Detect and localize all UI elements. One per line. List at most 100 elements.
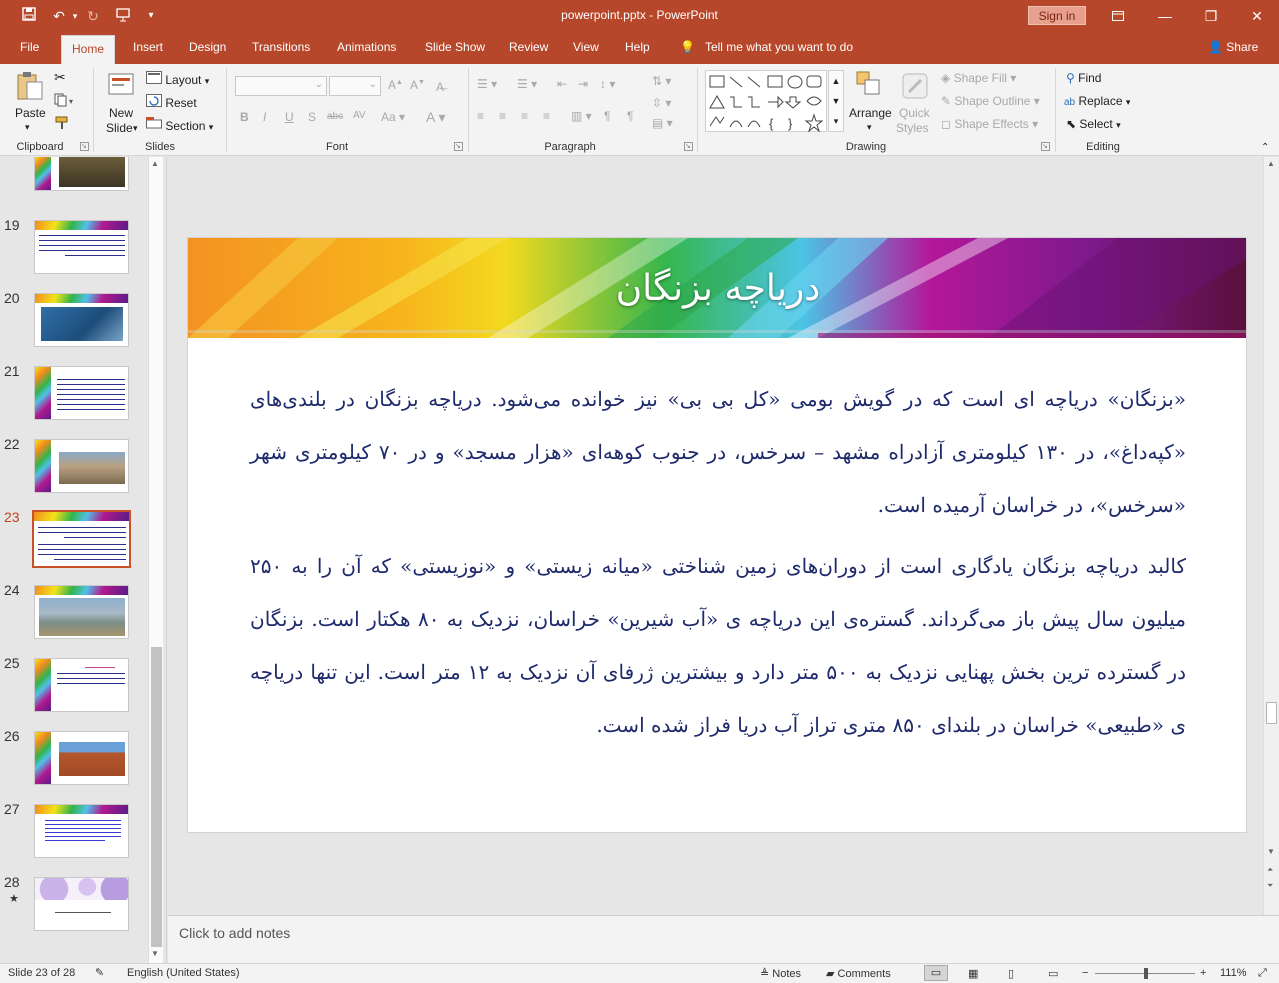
- tab-animations[interactable]: Animations: [337, 40, 396, 54]
- layout-button[interactable]: Layout ▾: [146, 71, 209, 87]
- clear-formatting-icon[interactable]: A̶: [436, 80, 444, 94]
- tab-slide-show[interactable]: Slide Show: [425, 40, 485, 54]
- zoom-slider-thumb[interactable]: [1144, 968, 1148, 979]
- arrange-icon[interactable]: [855, 70, 883, 101]
- justify-icon[interactable]: ≡: [543, 109, 550, 123]
- slide-body-paragraph-2[interactable]: کالبد دریاچه بزنگان یادگاری است از دوران…: [250, 540, 1186, 752]
- previous-slide-icon[interactable]: ⏶: [1267, 865, 1273, 875]
- scroll-thumb[interactable]: [151, 647, 162, 947]
- share-button[interactable]: 👤 Share: [1208, 40, 1258, 54]
- tab-insert[interactable]: Insert: [133, 40, 163, 54]
- slide-thumbnail-25[interactable]: [34, 658, 129, 712]
- shapes-gallery[interactable]: { }: [705, 70, 827, 133]
- tab-home[interactable]: Home: [61, 35, 116, 64]
- language-indicator[interactable]: English (United States): [127, 967, 240, 979]
- increase-indent-icon[interactable]: ⇥: [578, 77, 588, 91]
- new-slide-label-line2[interactable]: Slide: [106, 121, 133, 135]
- minimize-icon[interactable]: —: [1150, 4, 1180, 28]
- select-button[interactable]: ⬉ Select ▾: [1066, 117, 1121, 131]
- scroll-down-icon[interactable]: ▼: [151, 949, 159, 958]
- tab-design[interactable]: Design: [189, 40, 226, 54]
- slide-thumbnail-19[interactable]: [34, 220, 129, 274]
- slide-thumbnail-18[interactable]: [34, 157, 129, 191]
- close-icon[interactable]: ✕: [1242, 4, 1272, 28]
- new-slide-dropdown-icon[interactable]: ▾: [133, 123, 138, 134]
- italic-icon[interactable]: I: [263, 110, 266, 124]
- paste-dropdown-icon[interactable]: ▾: [25, 122, 30, 133]
- shape-outline-button[interactable]: ✎ Shape Outline ▾: [941, 94, 1040, 108]
- tell-me-search[interactable]: 💡 Tell me what you want to do: [680, 40, 853, 54]
- tab-transitions[interactable]: Transitions: [252, 40, 310, 54]
- tab-help[interactable]: Help: [625, 40, 650, 54]
- shapes-gallery-scroll[interactable]: ▲ ▼ ▾: [828, 70, 844, 132]
- sign-in-button[interactable]: Sign in: [1028, 6, 1086, 25]
- character-spacing-icon[interactable]: AV: [353, 110, 366, 121]
- paragraph-launcher-icon[interactable]: ↘: [684, 142, 693, 151]
- reset-button[interactable]: Reset: [146, 94, 197, 110]
- drawing-launcher-icon[interactable]: ↘: [1041, 142, 1050, 151]
- arrange-button[interactable]: Arrange: [849, 106, 892, 120]
- increase-font-size-icon[interactable]: A▲: [388, 78, 403, 92]
- next-slide-icon[interactable]: ⏷: [1267, 881, 1273, 891]
- thumbnail-scrollbar[interactable]: ▲ ▼: [148, 157, 163, 963]
- tab-review[interactable]: Review: [509, 40, 548, 54]
- format-painter-icon[interactable]: [54, 116, 70, 133]
- zoom-in-icon[interactable]: +: [1200, 967, 1206, 979]
- new-slide-icon[interactable]: [106, 70, 136, 103]
- slide-body-paragraph-1[interactable]: «بزنگان» دریاچه ای است که در گویش بومی «…: [250, 373, 1186, 532]
- slide-thumbnail-21[interactable]: [34, 366, 129, 420]
- ribbon-display-options-icon[interactable]: [1103, 4, 1133, 28]
- zoom-out-icon[interactable]: −: [1082, 967, 1088, 979]
- bullets-icon[interactable]: ☰ ▾: [477, 77, 497, 91]
- clipboard-launcher-icon[interactable]: ↘: [80, 142, 89, 151]
- copy-icon[interactable]: ▾: [54, 93, 76, 110]
- slide-thumbnail-23[interactable]: [32, 510, 131, 568]
- fit-slide-icon[interactable]: ⤢: [1258, 967, 1267, 980]
- slide-thumbnail-22[interactable]: [34, 439, 129, 493]
- change-case-icon[interactable]: Aa ▾: [381, 110, 405, 124]
- slide-sorter-icon[interactable]: ▦: [968, 967, 978, 980]
- slideshow-view-icon[interactable]: ▭: [1048, 967, 1058, 980]
- text-direction-icon[interactable]: ⇅ ▾: [652, 74, 671, 88]
- new-slide-label-line1[interactable]: New: [109, 106, 133, 120]
- align-left-icon[interactable]: ≡: [477, 109, 484, 123]
- strikethrough-icon[interactable]: abc: [327, 111, 343, 122]
- font-launcher-icon[interactable]: ↘: [454, 142, 463, 151]
- shape-effects-button[interactable]: ◻ Shape Effects ▾: [941, 117, 1038, 131]
- rtl-icon[interactable]: ¶: [604, 109, 610, 123]
- arrange-dropdown-icon[interactable]: ▾: [867, 122, 872, 133]
- restore-icon[interactable]: ❐: [1196, 4, 1226, 28]
- cut-icon[interactable]: ✂: [54, 69, 66, 86]
- paste-button[interactable]: Paste: [15, 106, 46, 120]
- slide-canvas[interactable]: دریاچه بزنگان «بزنگان» دریاچه ای است که …: [187, 237, 1247, 833]
- slide-thumbnail-24[interactable]: [34, 585, 129, 639]
- zoom-level[interactable]: 111%: [1220, 967, 1247, 979]
- scroll-up-icon[interactable]: ▲: [151, 159, 159, 168]
- scroll-up-icon[interactable]: ▲: [1267, 159, 1275, 168]
- slide-thumbnail-26[interactable]: [34, 731, 129, 785]
- section-button[interactable]: Section ▾: [146, 117, 213, 133]
- decrease-font-size-icon[interactable]: A▼: [410, 78, 425, 92]
- decrease-indent-icon[interactable]: ⇤: [557, 77, 567, 91]
- slide-scrollbar[interactable]: ▲ ▼ ⏶ ⏷: [1263, 157, 1279, 915]
- reading-view-icon[interactable]: ▯: [1008, 967, 1014, 980]
- notes-toggle-button[interactable]: ≜ Notes: [760, 967, 801, 980]
- quick-styles-icon[interactable]: [901, 72, 931, 105]
- quick-styles-label-line1[interactable]: Quick: [899, 106, 930, 120]
- shape-fill-button[interactable]: ◈ Shape Fill ▾: [941, 71, 1016, 85]
- align-right-icon[interactable]: ≡: [521, 109, 528, 123]
- slide-thumbnail-20[interactable]: [34, 293, 129, 347]
- smartart-icon[interactable]: ▤ ▾: [652, 116, 673, 130]
- line-spacing-icon[interactable]: ↕ ▾: [600, 77, 615, 91]
- normal-view-icon[interactable]: ▭: [924, 965, 948, 981]
- spell-check-icon[interactable]: ✎: [95, 966, 104, 979]
- notes-pane[interactable]: Click to add notes: [168, 915, 1279, 963]
- text-shadow-icon[interactable]: S: [308, 110, 316, 124]
- font-size-select[interactable]: ⌄: [329, 76, 381, 96]
- font-name-select[interactable]: ⌄: [235, 76, 327, 96]
- collapse-ribbon-icon[interactable]: ⌃: [1261, 142, 1269, 153]
- bold-icon[interactable]: B: [240, 110, 249, 124]
- slide-thumbnail-27[interactable]: [34, 804, 129, 858]
- underline-icon[interactable]: U: [285, 110, 294, 124]
- scroll-down-icon[interactable]: ▼: [1267, 847, 1275, 856]
